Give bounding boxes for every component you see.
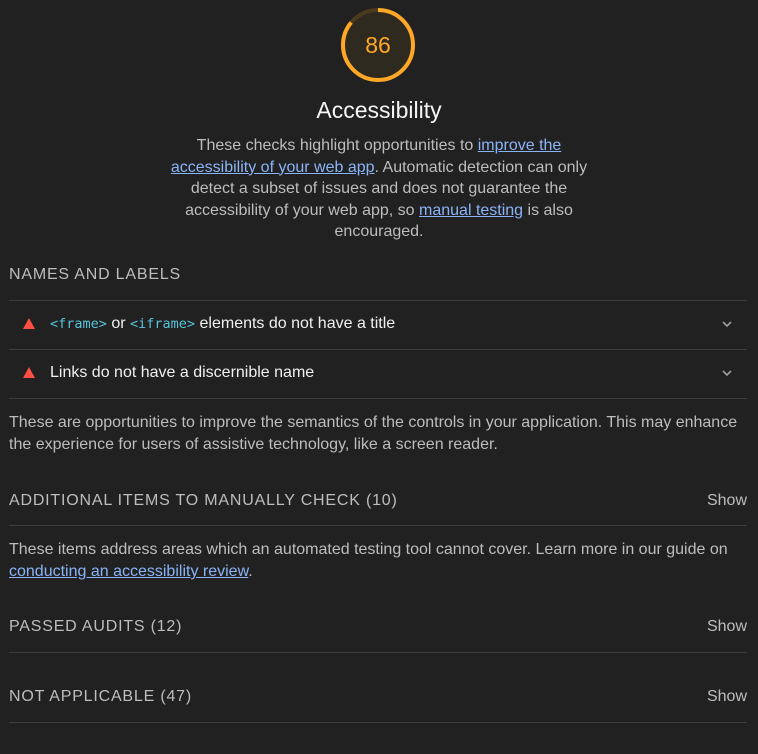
manual-description-end: . (248, 563, 253, 580)
chevron-down-icon[interactable] (721, 318, 733, 330)
divider (9, 652, 747, 653)
group-title-text: NAMES AND LABELS (9, 266, 181, 283)
group-manual-check-header[interactable]: ADDITIONAL ITEMS TO MANUALLY CHECK (10) … (9, 492, 747, 510)
group-passed-audits-header[interactable]: PASSED AUDITS (12) Show (9, 618, 747, 636)
audit-label-mid: or (106, 315, 131, 332)
frame-code: <frame> (50, 316, 107, 332)
show-passed-button[interactable]: Show (707, 618, 747, 636)
audit-label: <frame> or <iframe> elements do not have… (50, 315, 395, 333)
audit-label: Links do not have a discernible name (50, 364, 315, 381)
chevron-down-icon[interactable] (721, 367, 733, 379)
group-title-text: PASSED AUDITS (12) (9, 618, 183, 635)
manual-description-text: These items address areas which an autom… (9, 541, 728, 558)
audit-frame-title[interactable]: <frame> or <iframe> elements do not have… (9, 300, 747, 349)
group-not-applicable-header[interactable]: NOT APPLICABLE (47) Show (9, 688, 747, 706)
group-title-text: ADDITIONAL ITEMS TO MANUALLY CHECK (10) (9, 492, 398, 509)
manual-testing-link[interactable]: manual testing (419, 202, 523, 219)
group-title-text: NOT APPLICABLE (47) (9, 688, 192, 705)
score-gauge[interactable]: 86 (339, 6, 417, 84)
show-manual-button[interactable]: Show (707, 492, 747, 510)
description-text-1: These checks highlight opportunities to (196, 137, 478, 154)
category-description: These checks highlight opportunities to … (164, 135, 594, 243)
fail-triangle-icon (23, 318, 35, 329)
score-value: 86 (365, 32, 391, 58)
group-names-and-labels-title: NAMES AND LABELS (9, 266, 747, 284)
fail-triangle-icon (23, 367, 35, 378)
divider (9, 722, 747, 723)
divider (9, 398, 747, 399)
show-not-applicable-button[interactable]: Show (707, 688, 747, 706)
audit-label-text: elements do not have a title (195, 315, 396, 332)
accessibility-review-link[interactable]: conducting an accessibility review (9, 563, 248, 580)
category-title: Accessibility (316, 97, 442, 123)
iframe-code: <iframe> (130, 316, 196, 332)
manual-check-description: These items address areas which an autom… (9, 539, 754, 583)
divider (9, 525, 747, 526)
audit-link-name[interactable]: Links do not have a discernible name (9, 349, 747, 398)
names-labels-description: These are opportunities to improve the s… (9, 414, 738, 453)
